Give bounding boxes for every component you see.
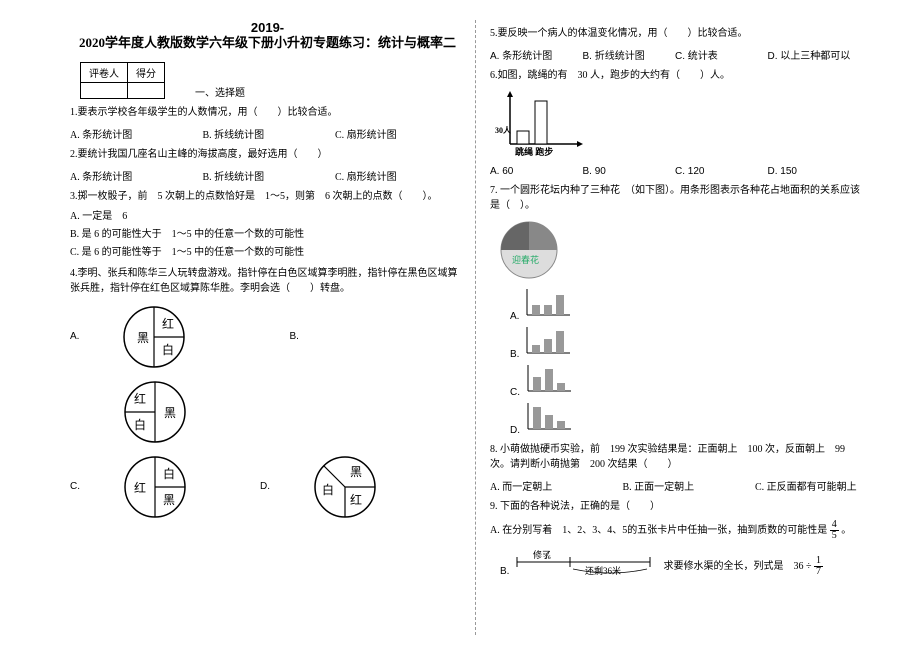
q8-stem: 8. 小萌做抛硬币实验，前 199 次实验结果是：正面朝上 100 次，反面朝上… <box>490 442 860 472</box>
q7-stem: 7. 一个圆形花坛内种了三种花 （如下图）。用条形图表示各种花占地面积的关系应该… <box>490 183 860 213</box>
q6-opt-d: D. 150 <box>768 166 858 177</box>
svg-text:红: 红 <box>350 492 362 507</box>
q6-stem: 6.如图，跳绳的有 30 人，跑步的大约有（ ）人。 <box>490 68 860 83</box>
svg-text:黑: 黑 <box>137 331 149 345</box>
section-1-header: 一、选择题 <box>195 84 245 99</box>
q5-opt-b: B. 折线统计图 <box>583 47 673 62</box>
q6-opt-a: A. 60 <box>490 166 580 177</box>
road-diagram-icon: 修了 ⅚ 还剩36米 <box>515 547 655 577</box>
mini-bar-c-icon <box>523 363 573 395</box>
q8-opt-a: A. 而一定朝上 <box>490 478 620 493</box>
svg-text:黑: 黑 <box>350 465 362 479</box>
q5-opt-d: D. 以上三种都可以 <box>768 47 858 62</box>
spinners-group: A. 黑 红 白 B. 白 红 黑 C <box>70 302 465 522</box>
q2-opt-a: A. 条形统计图 <box>70 168 200 183</box>
q8-opt-b: B. 正面一定朝上 <box>623 478 753 493</box>
q7-opt-c: C. <box>510 363 860 398</box>
svg-text:黑: 黑 <box>163 493 175 507</box>
svg-text:还剩36米: 还剩36米 <box>585 565 621 576</box>
q5-stem: 5.要反映一个病人的体温变化情况，用（ ）比较合适。 <box>490 26 860 41</box>
q3-opt-c: C. 是 6 的可能性等于 1～5 中的任意一个数的可能性 <box>70 246 465 260</box>
q2-opt-c: C. 扇形统计图 <box>335 168 465 183</box>
q6-bar-chart-icon: 30人 跳绳 跑步 <box>495 89 585 159</box>
svg-text:迎春花: 迎春花 <box>512 254 539 265</box>
score-header: 得分 <box>128 62 165 82</box>
spinner-a-label: A. <box>70 331 79 342</box>
svg-text:黑: 黑 <box>164 406 176 420</box>
score-table: 评卷人 得分 <box>80 62 165 99</box>
svg-text:白: 白 <box>162 342 174 357</box>
mini-bar-b-icon <box>522 325 572 357</box>
spinner-c-icon: 红 白 黑 <box>120 452 190 522</box>
q2-opt-b: B. 折线统计图 <box>203 168 333 183</box>
spinner-d-label: D. <box>260 481 270 492</box>
svg-text:⅚: ⅚ <box>543 552 551 561</box>
spinner-mid-icon: 白 红 黑 <box>120 377 190 447</box>
fraction-1-7: 1 7 <box>814 556 823 577</box>
mini-bar-d-icon <box>523 401 573 433</box>
q9-stem: 9. 下面的各种说法，正确的是（ ） <box>490 499 860 514</box>
q6-opt-b: B. 90 <box>583 166 673 177</box>
q3-stem: 3.掷一枚骰子，前 5 次朝上的点数恰好是 1～5，则第 6 次朝上的点数（ ）… <box>70 189 465 204</box>
grader-cell <box>81 82 128 98</box>
q1-stem: 1.要表示学校各年级学生的人数情况，用（ ）比较合适。 <box>70 105 465 120</box>
q3-opt-b: B. 是 6 的可能性大于 1～5 中的任意一个数的可能性 <box>70 228 465 242</box>
q8-opt-c: C. 正反面都有可能朝上 <box>755 478 857 493</box>
title-year: 2019- <box>70 20 465 35</box>
q6-opt-c: C. 120 <box>675 166 765 177</box>
svg-text:白: 白 <box>163 466 175 481</box>
q1-opt-a: A. 条形统计图 <box>70 126 200 141</box>
mini-bar-a-icon <box>522 287 572 319</box>
grader-header: 评卷人 <box>81 62 128 82</box>
q9-opt-a: A. 在分别写着 1、2、3、4、5的五张卡片中任抽一张，抽到质数的可能性是 4… <box>490 520 860 541</box>
q5-opt-c: C. 统计表 <box>675 47 765 62</box>
right-column: 5.要反映一个病人的体温变化情况，用（ ）比较合适。 A. 条形统计图 B. 折… <box>490 20 860 580</box>
svg-text:红: 红 <box>162 316 174 331</box>
svg-text:红: 红 <box>134 480 146 495</box>
spinner-a-icon: 黑 红 白 <box>119 302 189 372</box>
q7-opt-b: B. <box>510 325 860 360</box>
q1-opt-b: B. 拆线统计图 <box>203 126 333 141</box>
road-diagram: B. 修了 ⅚ 还剩36米 求要修水渠的全长，列式是 36 ÷ 1 7 <box>500 547 860 577</box>
q9b-text: 求要修水渠的全长，列式是 36 ÷ 1 7 <box>663 556 823 577</box>
title-main: 2020学年度人教版数学六年级下册小升初专题练习：统计与概率二 <box>70 35 465 52</box>
q1-opt-c: C. 扇形统计图 <box>335 126 465 141</box>
svg-text:跳绳 跑步: 跳绳 跑步 <box>515 146 553 157</box>
q4-stem: 4.李明、张兵和陈华三人玩转盘游戏。指针停在白色区域算李明胜，指针停在黑色区域算… <box>70 266 465 296</box>
q2-stem: 2.要统计我国几座名山主峰的海拔高度，最好选用（ ） <box>70 147 465 162</box>
q5-opt-a: A. 条形统计图 <box>490 47 580 62</box>
svg-text:白: 白 <box>322 482 334 497</box>
left-column: 2019- 2020学年度人教版数学六年级下册小升初专题练习：统计与概率二 评卷… <box>70 20 465 527</box>
fraction-4-5: 4 5 <box>830 520 839 541</box>
svg-text:白: 白 <box>134 417 146 432</box>
svg-text:30人: 30人 <box>495 125 512 135</box>
q3-opt-a: A. 一定是 6 <box>70 210 465 224</box>
svg-text:红: 红 <box>134 391 146 406</box>
spinner-b-label: B. <box>289 331 298 342</box>
q7-opt-a: A. <box>510 287 860 322</box>
spinner-c-label: C. <box>70 481 80 492</box>
spinner-d-icon: 黑 白 红 <box>310 452 380 522</box>
score-cell <box>128 82 165 98</box>
q7-opt-d: D. <box>510 401 860 436</box>
q7-pie-icon: 迎春花 <box>498 219 560 281</box>
